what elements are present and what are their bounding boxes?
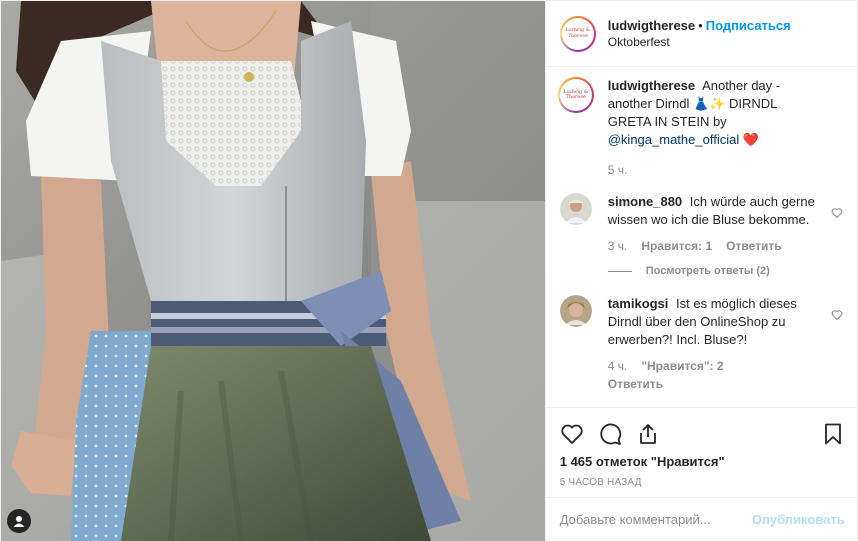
caption-username[interactable]: ludwigtherese [608, 78, 695, 93]
comment-age[interactable]: 3 ч. [608, 237, 628, 255]
comment-avatar[interactable] [559, 193, 592, 225]
comment-body: simone_880 Ich würde auch gerne wissen w… [608, 193, 818, 255]
caption-body: ludwigtherese Another day - another Dirn… [608, 77, 818, 179]
heart-icon[interactable] [560, 422, 584, 446]
action-icons [560, 416, 845, 452]
avatar[interactable]: Ludwig & Therese [559, 15, 596, 52]
post-sidebar: Ludwig & Therese ludwigtherese • Подписать… [544, 1, 858, 541]
comments-list[interactable]: Ludwig & Therese ludwigtherese Another d… [546, 67, 858, 407]
comment-age[interactable]: 4 ч. [608, 357, 628, 375]
comment-input[interactable]: Добавьте комментарий... [560, 512, 752, 527]
publish-button[interactable]: Опубликовать [752, 512, 845, 527]
comment-username[interactable]: simone_880 [608, 194, 682, 209]
avatar-logo: Ludwig & Therese [561, 17, 594, 50]
comment-likes[interactable]: Нравится: 1 [641, 237, 712, 255]
likes-count[interactable]: 1 465 отметок "Нравится" [560, 454, 845, 469]
comment-username[interactable]: tamikogsi [608, 296, 669, 311]
dirndl-photo-illustration [1, 1, 545, 541]
bookmark-icon[interactable] [821, 422, 845, 446]
reply-button[interactable]: Ответить [608, 375, 818, 393]
comment-like-icon[interactable] [831, 309, 843, 321]
post-time[interactable]: 5 ЧАСОВ НАЗАД [560, 477, 845, 488]
post-header: Ludwig & Therese ludwigtherese • Подписать… [545, 1, 857, 67]
share-icon[interactable] [636, 422, 660, 446]
view-replies-label: Посмотреть ответы (2) [645, 265, 770, 277]
caption-meta: 5 ч. [608, 161, 818, 179]
caption-mention[interactable]: @kinga_mathe_official [608, 132, 739, 147]
comment-item: tamikogsi Ist es möglich dieses Dirndl ü… [559, 295, 845, 393]
comment-item: simone_880 Ich würde auch gerne wissen w… [559, 193, 845, 255]
location-link[interactable]: Oktoberfest [608, 34, 791, 50]
comment-body: tamikogsi Ist es möglich dieses Dirndl ü… [608, 295, 818, 393]
caption: Ludwig & Therese ludwigtherese Another d… [557, 77, 845, 179]
header-separator: • [698, 17, 703, 33]
comment-like-icon[interactable] [831, 207, 843, 219]
add-comment-bar: Добавьте комментарий... Опубликовать [545, 497, 858, 541]
comment-avatar[interactable] [559, 295, 592, 327]
comment-meta: 4 ч. "Нравится": 2 Ответить [608, 357, 818, 393]
user-tag-icon[interactable] [7, 509, 31, 533]
post-photo[interactable] [1, 1, 545, 541]
follow-button[interactable]: Подписаться [706, 18, 791, 33]
comment-icon[interactable] [598, 422, 622, 446]
comment-meta: 3 ч. Нравится: 1 Ответить [608, 237, 818, 255]
reply-button[interactable]: Ответить [726, 237, 781, 255]
post-actions: 1 465 отметок "Нравится" 5 ЧАСОВ НАЗАД [545, 407, 858, 488]
instagram-post: Ludwig & Therese ludwigtherese • Подписать… [0, 0, 858, 541]
replies-line [607, 270, 632, 272]
caption-avatar[interactable]: Ludwig & Therese [557, 77, 594, 113]
caption-heart-emoji: ❤️ [742, 132, 760, 147]
header-username[interactable]: ludwigtherese [608, 18, 695, 33]
comment-likes[interactable]: "Нравится": 2 [641, 357, 723, 375]
caption-age[interactable]: 5 ч. [608, 161, 628, 179]
caption-avatar-logo: Ludwig & Therese [559, 79, 592, 111]
view-replies-button[interactable]: Посмотреть ответы (2) [607, 265, 845, 277]
header-text: ludwigtherese • Подписаться Oktoberfest [608, 18, 791, 50]
